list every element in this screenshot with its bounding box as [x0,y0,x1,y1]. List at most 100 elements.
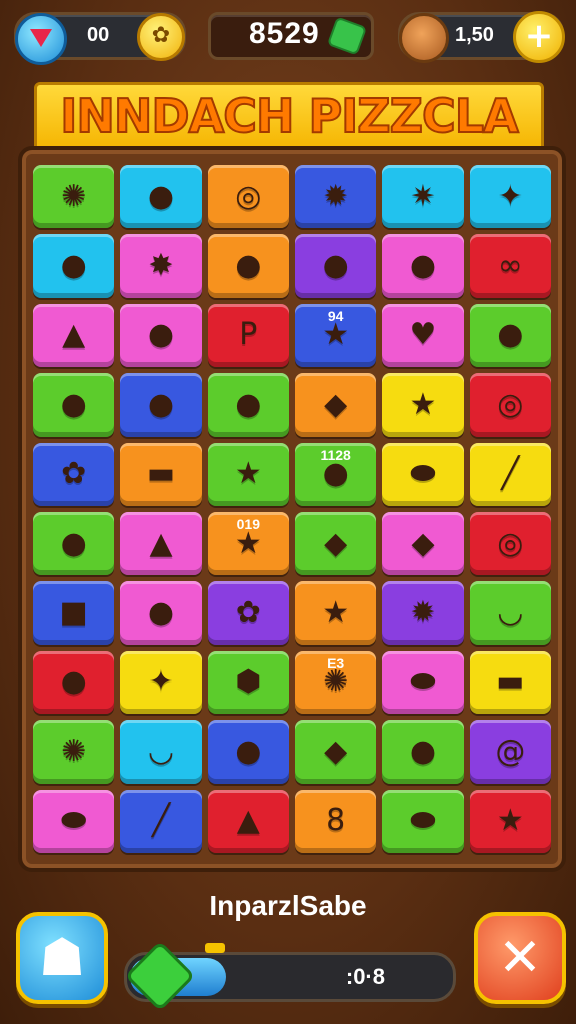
tile[interactable]: ⬬ [33,789,115,853]
progress-bar: :0·8 [124,940,456,1012]
tile[interactable]: ● [295,234,377,298]
tile[interactable]: ● [469,303,551,368]
close-button[interactable]: ✕ [474,912,566,1004]
character-avatar-icon [399,13,449,63]
ring-icon: ◎ [235,178,262,214]
smile-icon: ◡ [497,595,524,631]
title-banner: INNDACH PIZZCLA [34,82,544,154]
tile[interactable]: ★ [207,442,289,506]
monkey-icon: ● [60,525,87,561]
flower-icon: ✿ [61,456,87,492]
tile[interactable]: ◎ [469,512,551,576]
tile[interactable]: ⬬ [382,789,464,853]
tile[interactable]: ★ 019 [207,512,289,576]
tile[interactable]: ✦ [469,165,551,229]
tile[interactable]: ∞ [469,234,551,298]
tile[interactable]: ● [382,234,464,298]
tile[interactable]: ■ [33,581,115,645]
coin-counter[interactable]: 1,50 + [398,11,565,63]
tile[interactable]: ● [382,720,464,784]
tile[interactable]: P [207,303,289,368]
tile[interactable]: 8 [295,789,377,853]
tile[interactable]: ⬬ [382,442,464,506]
tile[interactable]: ◆ [295,720,377,784]
star-icon: ★ [322,317,350,353]
tile[interactable]: ✦ [120,650,202,715]
tile[interactable]: ▬ [120,442,202,506]
tile[interactable]: ✸ [120,234,202,298]
tile[interactable]: ◡ [469,581,551,645]
tile[interactable]: ✹ [295,165,377,229]
tile[interactable]: ★ [469,789,551,853]
spiral-icon: @ [495,733,526,769]
tile[interactable]: ✺ [33,165,115,229]
tile[interactable]: ✺ E3 [295,650,377,715]
tile[interactable]: ◎ [469,373,551,437]
star-icon: ★ [234,525,262,561]
ruby-gem-icon [15,13,67,65]
tooth-icon: ☗ [38,928,86,988]
blob-icon: ● [497,317,524,353]
kite-icon: ◆ [411,525,435,561]
tile[interactable]: ⬢ [207,650,289,715]
tile[interactable]: ✹ [382,581,464,645]
gem-counter[interactable]: 00 ✿ [14,12,186,65]
crab-icon: ✺ [61,178,87,214]
tile[interactable]: @ [469,720,551,784]
tile[interactable]: ✷ [382,165,464,229]
apple-icon: ● [235,733,262,769]
tile[interactable]: ★ [382,373,464,437]
tile[interactable]: ● [120,303,202,368]
crayon-icon: ╱ [151,803,171,839]
tile[interactable]: ▲ [120,512,202,576]
sparkle-icon: ✦ [148,664,174,700]
tile[interactable]: ⬬ [382,650,464,715]
heart-icon: ♥ [409,317,437,353]
emerald-icon [326,16,368,56]
tile[interactable]: ● [207,720,289,784]
tile[interactable]: ● 1128 [295,442,377,506]
rocket-icon: ▲ [236,803,260,839]
tile[interactable]: ▲ [207,789,289,853]
crayon-icon: ╱ [501,456,520,492]
tile[interactable]: ● [207,234,289,298]
tile[interactable]: ● [207,373,289,437]
apple-icon: ● [235,386,262,422]
link-icon: ∞ [497,248,523,284]
tile[interactable]: ● [120,165,202,229]
tile[interactable]: ♥ [382,303,464,368]
ruler-icon: ▬ [496,664,525,700]
tile[interactable]: ◆ [295,373,377,437]
pretzel-icon: 8 [326,803,346,839]
add-coins-button[interactable]: + [513,11,565,63]
tile[interactable]: ● [120,581,202,645]
tile[interactable]: ▲ [33,303,115,368]
blob-icon: ● [409,733,437,769]
puzzle-board: ✺ ● ◎ ✹ ✷ ✦ ● ✸ ● ● ● ∞ ▲ ● P ★ 94 ♥ ● ● ● ● ◆ ★ ◎ ✿ ▬ ★ ● 1128 ⬬ ╱ ● ▲ ★ 0… [18,146,566,872]
bomb-icon: ✺ [323,664,349,700]
ring-icon: ◎ [497,525,524,561]
tile[interactable]: ✺ [33,720,115,784]
coin-icon[interactable]: ✿ [137,13,185,61]
tile[interactable]: ╱ [120,789,202,853]
tile[interactable]: ◆ [295,512,377,576]
tile[interactable]: ● [33,512,115,576]
tile[interactable]: ◆ [382,512,464,576]
tile[interactable]: ● [120,373,202,437]
tile[interactable]: ★ [295,581,377,645]
hint-button[interactable]: ☗ [16,912,108,1004]
tile[interactable]: ╱ [469,442,551,506]
tile[interactable]: ● [33,650,115,715]
score-panel: 8529 [208,12,374,60]
tile[interactable]: ● [33,234,115,298]
tile[interactable]: ◎ [207,165,289,229]
tile[interactable]: ◡ [120,720,202,784]
feather-icon: ⬬ [60,803,87,839]
tile[interactable]: ▬ [469,650,551,715]
tile[interactable]: ✿ [33,442,115,506]
smile-icon: ◡ [147,733,175,769]
tile[interactable]: ✿ [207,581,289,645]
gem-count: 00 [87,24,110,46]
tile[interactable]: ★ 94 [295,303,377,368]
tile[interactable]: ● [33,373,115,437]
